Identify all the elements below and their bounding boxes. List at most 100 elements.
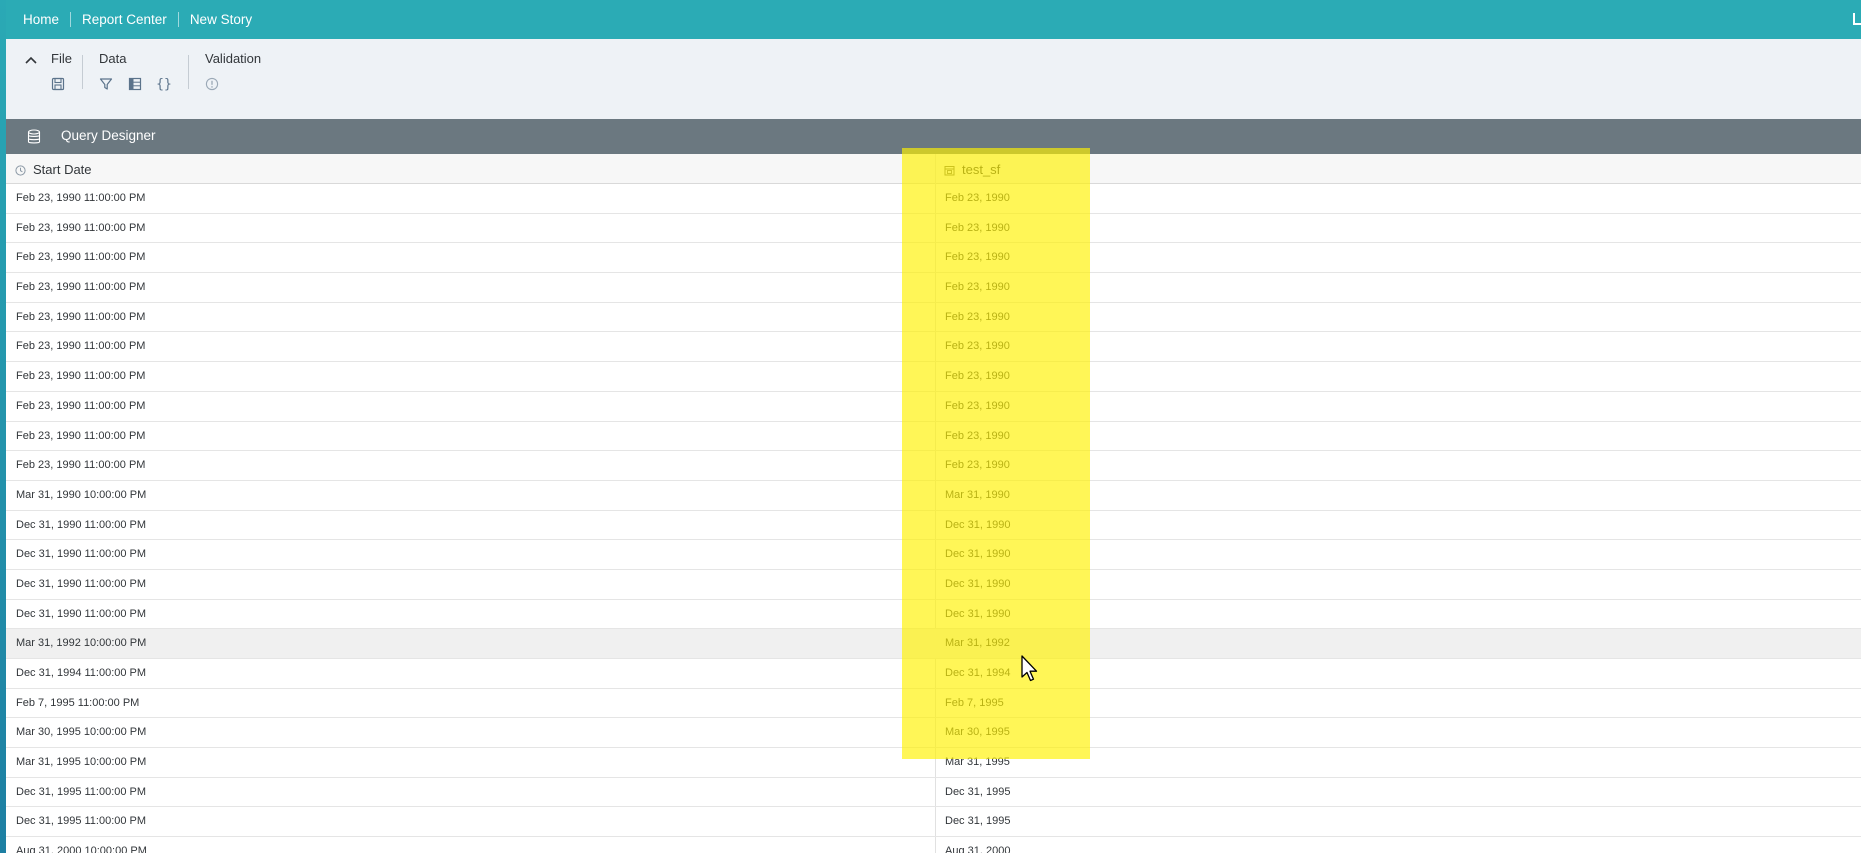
table-row[interactable]: Dec 31, 1990 11:00:00 PM Dec 31, 1990 — [6, 570, 1861, 600]
cell-start-date: Dec 31, 1995 11:00:00 PM — [16, 815, 147, 828]
cell-start-date: Feb 23, 1990 11:00:00 PM — [16, 251, 146, 264]
cell-test-sf: Dec 31, 1995 — [945, 815, 1011, 828]
cell-test-sf: Dec 31, 1994 — [945, 667, 1011, 679]
breadcrumb-new-story[interactable]: New Story — [190, 12, 252, 27]
data-table: Start Date test_sf Feb 23, 1990 11:00:00… — [6, 154, 1861, 853]
calendar-icon — [944, 164, 955, 175]
cell-start-date: Feb 23, 1990 11:00:00 PM — [16, 281, 146, 294]
table-row[interactable]: Dec 31, 1990 11:00:00 PM Dec 31, 1990 — [6, 600, 1861, 630]
cell-start-date: Dec 31, 1990 11:00:00 PM — [16, 548, 147, 561]
table-body: Feb 23, 1990 11:00:00 PM Feb 23, 1990 Feb … — [6, 184, 1861, 853]
table-row[interactable]: Feb 23, 1990 11:00:00 PM Feb 23, 1990 — [6, 273, 1861, 303]
column-header-label: test_sf — [962, 161, 1001, 177]
cell-start-date: Mar 30, 1995 10:00:00 PM — [16, 726, 147, 739]
cell-test-sf: Mar 31, 1995 — [945, 756, 1010, 769]
toolbar-group-validation: Validation — [205, 51, 262, 66]
table-row[interactable]: Feb 23, 1990 11:00:00 PM Feb 23, 1990 — [6, 362, 1861, 392]
cell-start-date: Mar 31, 1990 10:00:00 PM — [16, 488, 147, 501]
cell-start-date: Feb 7, 1995 11:00:00 PM — [16, 696, 140, 709]
breadcrumb-report-center[interactable]: Report Center — [82, 12, 167, 27]
cell-test-sf: Feb 23, 1990 — [945, 251, 1010, 264]
table-row[interactable]: Feb 23, 1990 11:00:00 PM Feb 23, 1990 — [6, 451, 1861, 481]
table-row[interactable]: Feb 23, 1990 11:00:00 PM Feb 23, 1990 — [6, 303, 1861, 333]
database-icon[interactable] — [27, 129, 41, 145]
curly-braces-icon[interactable]: {} — [155, 75, 173, 93]
expand-icon[interactable] — [1853, 13, 1861, 25]
filter-icon[interactable] — [97, 75, 115, 93]
breadcrumb-separator — [70, 12, 72, 27]
table-row[interactable]: Mar 31, 1992 10:00:00 PM Mar 31, 1992 — [6, 629, 1861, 659]
cell-test-sf: Feb 23, 1990 — [945, 281, 1010, 294]
cell-test-sf: Feb 23, 1990 — [945, 459, 1010, 472]
table-row[interactable]: Dec 31, 1990 11:00:00 PM Dec 31, 1990 — [6, 511, 1861, 541]
shell-bar: Home Report Center New Story — [0, 0, 1861, 39]
table-row[interactable]: Feb 23, 1990 11:00:00 PM Feb 23, 1990 — [6, 332, 1861, 363]
table-row[interactable]: Dec 31, 1994 11:00:00 PM Dec 31, 1994 — [6, 659, 1861, 689]
left-edge-bar — [0, 0, 6, 853]
table-header: Start Date test_sf — [6, 154, 1861, 184]
cell-test-sf: Aug 31, 2000 — [945, 845, 1011, 853]
cell-start-date: Mar 31, 1992 10:00:00 PM — [16, 637, 147, 650]
save-icon[interactable] — [49, 75, 67, 93]
cell-test-sf: Feb 23, 1990 — [945, 340, 1010, 353]
breadcrumb-separator — [177, 12, 179, 27]
cell-test-sf: Feb 23, 1990 — [945, 370, 1010, 383]
table-icon[interactable] — [126, 75, 144, 93]
table-row[interactable]: Aug 31, 2000 10:00:00 PM Aug 31, 2000 — [6, 837, 1861, 853]
table-row[interactable]: Feb 23, 1990 11:00:00 PM Feb 23, 1990 — [6, 392, 1861, 422]
cell-start-date: Feb 23, 1990 11:00:00 PM — [16, 192, 146, 204]
toolbar-separator — [82, 55, 83, 89]
cell-test-sf: Dec 31, 1990 — [945, 577, 1011, 590]
cell-test-sf: Dec 31, 1990 — [945, 607, 1011, 620]
query-designer-title: Query Designer — [61, 128, 156, 143]
cell-test-sf: Feb 23, 1990 — [945, 399, 1010, 412]
table-row[interactable]: Feb 7, 1995 11:00:00 PM Feb 7, 1995 — [6, 689, 1861, 719]
cell-test-sf: Feb 23, 1990 — [945, 429, 1010, 442]
cell-test-sf: Mar 31, 1992 — [945, 637, 1010, 650]
table-row[interactable]: Dec 31, 1995 11:00:00 PM Dec 31, 1995 — [6, 778, 1861, 808]
table-row[interactable]: Mar 31, 1995 10:00:00 PM Mar 31, 1995 — [6, 748, 1861, 778]
cell-test-sf: Dec 31, 1995 — [945, 785, 1011, 798]
breadcrumb-home[interactable]: Home — [23, 12, 59, 27]
cell-start-date: Mar 31, 1995 10:00:00 PM — [16, 756, 147, 769]
table-row[interactable]: Dec 31, 1990 11:00:00 PM Dec 31, 1990 — [6, 540, 1861, 570]
table-row[interactable]: Mar 30, 1995 10:00:00 PM Mar 30, 1995 — [6, 718, 1861, 749]
cell-start-date: Dec 31, 1995 11:00:00 PM — [16, 785, 147, 798]
breadcrumb: Home Report Center New Story — [23, 12, 263, 27]
column-header-test-sf[interactable]: test_sf — [944, 154, 1000, 184]
table-row[interactable]: Feb 23, 1990 11:00:00 PM Feb 23, 1990 — [6, 243, 1861, 274]
table-row[interactable]: Dec 31, 1995 11:00:00 PM Dec 31, 1995 — [6, 807, 1861, 838]
cell-start-date: Feb 23, 1990 11:00:00 PM — [16, 429, 146, 442]
cell-start-date: Feb 23, 1990 11:00:00 PM — [16, 340, 146, 353]
cell-start-date: Feb 23, 1990 11:00:00 PM — [16, 370, 146, 383]
toolbar-group-data: Data — [99, 51, 127, 66]
cell-test-sf: Mar 31, 1990 — [945, 488, 1010, 501]
cell-test-sf: Feb 23, 1990 — [945, 310, 1010, 323]
cell-start-date: Dec 31, 1990 11:00:00 PM — [16, 577, 147, 590]
cell-start-date: Feb 23, 1990 11:00:00 PM — [16, 221, 146, 234]
cell-test-sf: Feb 23, 1990 — [945, 221, 1010, 234]
cell-start-date: Dec 31, 1994 11:00:00 PM — [16, 667, 147, 679]
toolbar-separator — [188, 55, 189, 89]
cell-start-date: Dec 31, 1990 11:00:00 PM — [16, 518, 147, 531]
cell-test-sf: Feb 23, 1990 — [945, 192, 1010, 204]
cell-start-date: Feb 23, 1990 11:00:00 PM — [16, 310, 146, 323]
clock-icon — [15, 164, 26, 176]
chevron-up-icon[interactable] — [24, 53, 38, 67]
toolbar-group-file: File — [51, 51, 72, 66]
table-row[interactable]: Feb 23, 1990 11:00:00 PM Feb 23, 1990 — [6, 184, 1861, 214]
table-row[interactable]: Feb 23, 1990 11:00:00 PM Feb 23, 1990 — [6, 214, 1861, 244]
table-row[interactable]: Feb 23, 1990 11:00:00 PM Feb 23, 1990 — [6, 422, 1861, 452]
cell-test-sf: Feb 7, 1995 — [945, 696, 1004, 709]
cell-start-date: Dec 31, 1990 11:00:00 PM — [16, 607, 147, 620]
column-header-label: Start Date — [33, 161, 92, 177]
cell-start-date: Aug 31, 2000 10:00:00 PM — [16, 845, 147, 853]
toolbar: File Data {} Validation — [6, 39, 1861, 119]
cell-test-sf: Mar 30, 1995 — [945, 726, 1010, 739]
cell-test-sf: Dec 31, 1990 — [945, 518, 1011, 531]
query-designer-header: Query Designer — [6, 119, 1861, 154]
table-row[interactable]: Mar 31, 1990 10:00:00 PM Mar 31, 1990 — [6, 481, 1861, 511]
info-icon[interactable] — [203, 75, 221, 93]
cell-start-date: Feb 23, 1990 11:00:00 PM — [16, 399, 146, 412]
column-header-start-date[interactable]: Start Date — [15, 154, 92, 184]
